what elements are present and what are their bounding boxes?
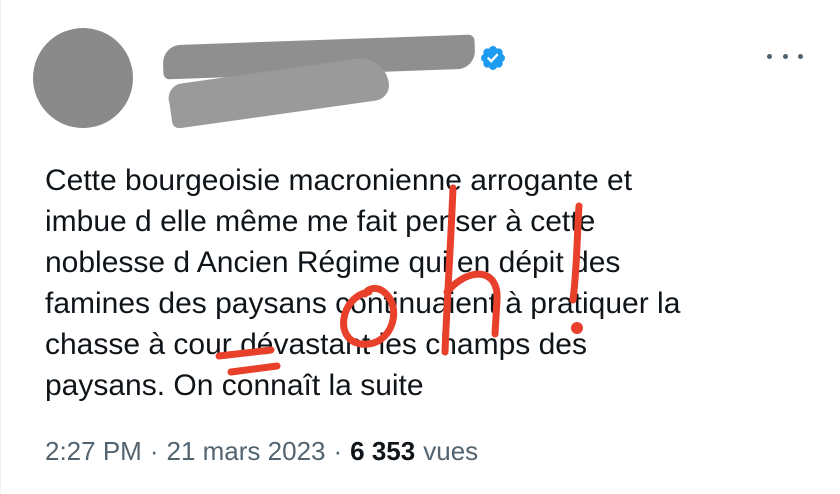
views-count[interactable]: 6 353	[350, 436, 415, 467]
tweet-card: @ Cette bourgeoisie macronienne arrogant…	[0, 0, 840, 494]
views-label: vues	[423, 436, 479, 466]
avatar-redacted[interactable]	[33, 28, 133, 128]
more-options-icon[interactable]	[767, 46, 803, 66]
tweet-text: Cette bourgeoisie macronienne arrogante …	[45, 164, 681, 402]
tweet-time[interactable]: 2:27 PM	[45, 436, 142, 467]
verified-badge-icon	[481, 46, 505, 70]
tweet-date[interactable]: 21 mars 2023	[167, 436, 326, 467]
tweet-metadata: 2:27 PM · 21 mars 2023 · 6 353 vues	[45, 436, 478, 467]
separator: ·	[333, 436, 343, 466]
separator: ·	[149, 436, 159, 466]
